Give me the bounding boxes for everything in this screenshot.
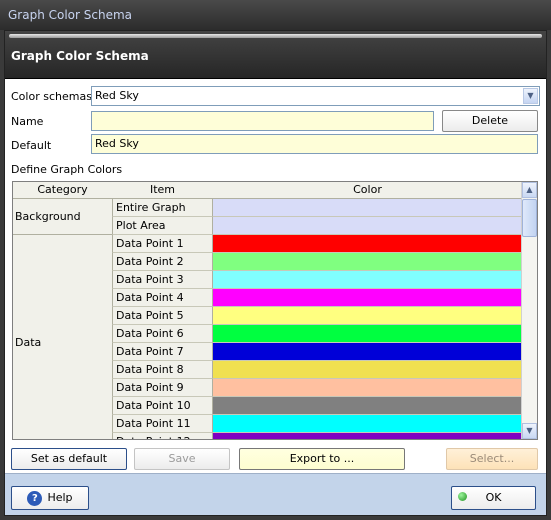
column-header-category[interactable]: Category: [13, 182, 112, 199]
color-schemas-dropdown[interactable]: Red Sky ▼: [91, 86, 540, 106]
grid-color-swatch[interactable]: [213, 289, 522, 307]
grid-color-swatch[interactable]: [213, 271, 522, 289]
color-schemas-value: Red Sky: [95, 89, 139, 102]
dialog-header: Graph Color Schema: [5, 31, 546, 79]
category-cell: Background: [13, 199, 112, 235]
grid-vertical-scrollbar[interactable]: ▲ ▼: [521, 182, 537, 439]
question-icon: ?: [27, 490, 43, 506]
grid-color-swatch[interactable]: [213, 433, 522, 439]
grid-color-swatch[interactable]: [213, 343, 522, 361]
grid-color-swatch[interactable]: [213, 415, 522, 433]
grid-item-cell[interactable]: Data Point 8: [112, 361, 213, 379]
grid-item-cell[interactable]: Plot Area: [112, 217, 213, 235]
grid-color-swatch[interactable]: [213, 397, 522, 415]
delete-button[interactable]: Delete: [442, 110, 538, 132]
grid-color-swatch[interactable]: [213, 217, 522, 235]
set-as-default-button[interactable]: Set as default: [11, 448, 127, 470]
save-button[interactable]: Save: [134, 448, 230, 470]
scroll-down-icon[interactable]: ▼: [522, 423, 537, 439]
grid-item-cell[interactable]: Data Point 2: [112, 253, 213, 271]
category-label: Data: [15, 336, 42, 349]
category-cell: Data: [13, 235, 112, 439]
default-input-value: Red Sky: [95, 137, 139, 150]
dialog-header-title: Graph Color Schema: [11, 49, 149, 63]
grid-item-cell[interactable]: Data Point 3: [112, 271, 213, 289]
name-label: Name: [11, 115, 44, 128]
grid-item-cell[interactable]: Data Point 4: [112, 289, 213, 307]
grid-color-swatch[interactable]: [213, 235, 522, 253]
grid-color-swatch[interactable]: [213, 253, 522, 271]
color-schemas-label: Color schemas: [11, 90, 92, 103]
default-label: Default: [11, 139, 52, 152]
graph-colors-grid: Category Item Color Background Data Entire…: [12, 181, 538, 440]
grid-item-cell[interactable]: Data Point 12: [112, 433, 213, 439]
grid-color-swatch[interactable]: [213, 361, 522, 379]
help-button[interactable]: ? Help: [11, 486, 89, 510]
grid-header: Category Item Color: [13, 182, 522, 199]
grid-item-cell[interactable]: Data Point 7: [112, 343, 213, 361]
grid-item-cell[interactable]: Data Point 5: [112, 307, 213, 325]
dialog-footer: ? Help OK: [5, 473, 546, 515]
column-header-item[interactable]: Item: [112, 182, 213, 199]
grid-item-cell[interactable]: Data Point 9: [112, 379, 213, 397]
name-input[interactable]: [91, 111, 434, 131]
grid-color-swatch[interactable]: [213, 325, 522, 343]
window-titlebar[interactable]: Graph Color Schema: [0, 0, 551, 30]
graph-color-schema-window: Graph Color Schema Graph Color Schema Co…: [0, 0, 551, 520]
grid-item-cell[interactable]: Data Point 11: [112, 415, 213, 433]
column-header-color[interactable]: Color: [213, 182, 522, 199]
ok-button-label: OK: [485, 491, 502, 504]
grid-item-cell[interactable]: Data Point 1: [112, 235, 213, 253]
grid-item-cell[interactable]: Data Point 10: [112, 397, 213, 415]
default-input[interactable]: Red Sky: [91, 134, 538, 154]
define-graph-colors-label: Define Graph Colors: [11, 163, 123, 176]
select-button[interactable]: Select...: [446, 448, 538, 470]
dialog-client-area: Graph Color Schema Color schemas Red Sky…: [4, 30, 547, 516]
scroll-up-icon[interactable]: ▲: [522, 182, 537, 198]
window-title: Graph Color Schema: [8, 8, 133, 22]
ok-button[interactable]: OK: [451, 486, 536, 510]
header-shine: [9, 34, 542, 38]
grid-color-swatch[interactable]: [213, 379, 522, 397]
export-to-button[interactable]: Export to ...: [239, 448, 405, 470]
chevron-down-icon[interactable]: ▼: [523, 88, 538, 104]
category-label: Background: [15, 210, 81, 223]
grid-item-cell[interactable]: Entire Graph: [112, 199, 213, 217]
help-button-label: Help: [47, 491, 73, 504]
green-status-dot-icon: [458, 492, 467, 501]
grid-color-swatch[interactable]: [213, 199, 522, 217]
scroll-thumb[interactable]: [522, 199, 537, 237]
grid-item-cell[interactable]: Data Point 6: [112, 325, 213, 343]
grid-color-swatch[interactable]: [213, 307, 522, 325]
